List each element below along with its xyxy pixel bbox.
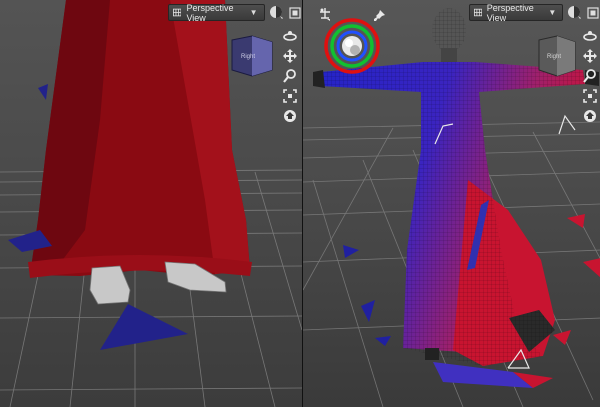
home-icon[interactable]	[282, 108, 298, 124]
light-icon[interactable]	[317, 6, 333, 22]
move-pan-icon[interactable]	[282, 48, 298, 64]
camera-view-dropdown[interactable]: Perspective View ▼	[168, 2, 265, 23]
viewport-grid-icon	[173, 8, 182, 17]
chevron-down-icon: ▼	[548, 8, 557, 17]
maximize-icon[interactable]	[288, 5, 302, 21]
right-navigation-controls	[582, 28, 598, 124]
home-icon[interactable]	[582, 108, 598, 124]
left-viewport[interactable]: Right Perspective View ▼	[0, 0, 302, 407]
chevron-down-icon: ▼	[249, 8, 258, 17]
universal-manipulator-gizmo[interactable]	[323, 18, 380, 74]
camera-view-dropdown[interactable]: Perspective View ▼	[468, 2, 564, 23]
right-viewport-header: Perspective View ▼	[468, 2, 600, 23]
pin-icon[interactable]	[371, 8, 387, 24]
maximize-icon[interactable]	[586, 5, 600, 21]
left-scene[interactable]: Right	[0, 0, 302, 407]
shading-sphere-icon[interactable]	[269, 5, 284, 21]
left-navigation-controls	[282, 28, 298, 124]
frame-icon[interactable]	[582, 88, 598, 104]
right-scene[interactable]: Right	[302, 0, 600, 407]
shading-sphere-icon[interactable]	[567, 5, 582, 21]
zoom-icon[interactable]	[282, 68, 298, 84]
move-pan-icon[interactable]	[582, 48, 598, 64]
right-viewport[interactable]: Right Perspective View ▼	[302, 0, 600, 407]
robe-figure[interactable]	[28, 0, 252, 278]
view-cube[interactable]: Right	[231, 35, 273, 77]
camera-view-label: Perspective View	[486, 2, 534, 23]
rotate-orbit-icon[interactable]	[282, 28, 298, 44]
feet-right	[424, 348, 439, 360]
camera-view-label: Perspective View	[186, 2, 234, 23]
left-viewport-header: Perspective View ▼	[168, 2, 302, 23]
svg-text:Right: Right	[241, 54, 255, 60]
blue-chip-small	[38, 84, 48, 100]
svg-text:Right: Right	[547, 54, 561, 60]
blue-triangle-shard[interactable]	[100, 304, 188, 350]
viewport-grid-icon	[473, 8, 482, 17]
view-cube-right[interactable]: Right	[538, 35, 575, 77]
daz-studio-viewports: Right Perspective View ▼ Right Perspecti…	[0, 0, 600, 407]
zoom-icon[interactable]	[582, 68, 598, 84]
figure-head[interactable]	[431, 8, 466, 62]
frame-icon[interactable]	[282, 88, 298, 104]
rotate-orbit-icon[interactable]	[582, 28, 598, 44]
